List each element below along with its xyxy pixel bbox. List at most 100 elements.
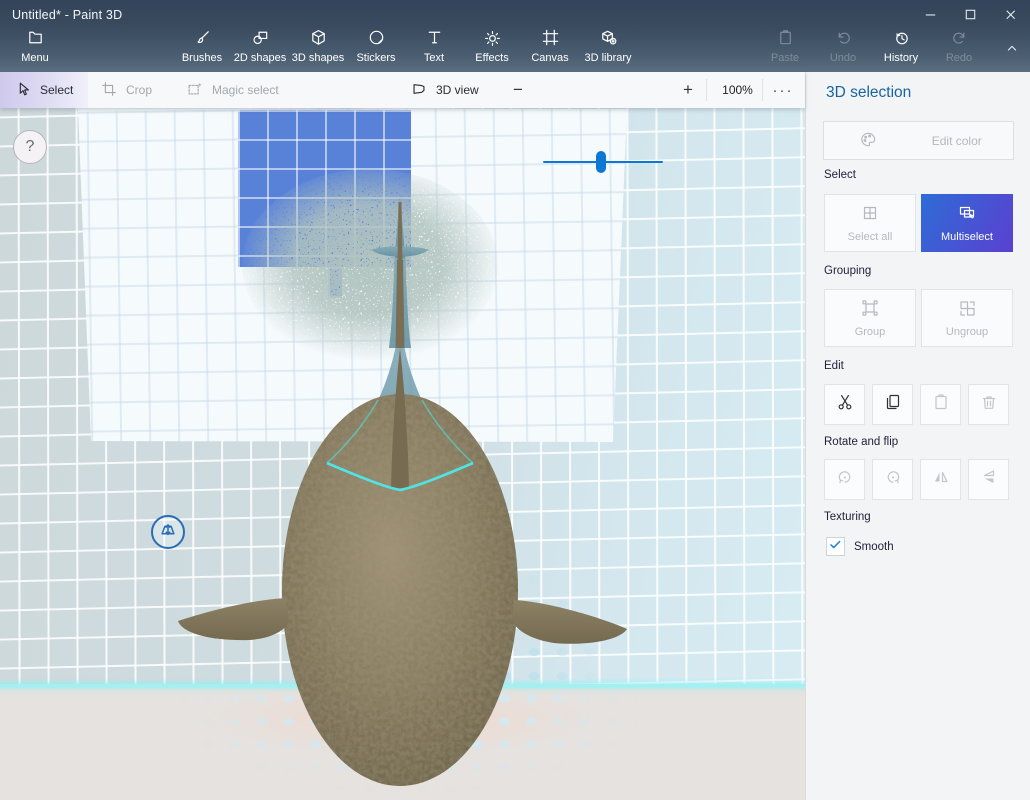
section-label-select: Select (824, 169, 856, 181)
rotate-ccw-icon (835, 467, 855, 492)
smooth-label: Smooth (854, 541, 894, 553)
help-button[interactable]: ? (13, 130, 47, 164)
redo-tool[interactable]: Redo (930, 28, 988, 70)
canvas-tool[interactable]: Canvas (521, 28, 579, 70)
maximize-button[interactable] (950, 0, 990, 28)
ungroup-button[interactable]: Ungroup (921, 289, 1013, 347)
more-options-button[interactable]: ··· (766, 72, 800, 108)
ribbon-bar: Select Crop Magic select 3D view − + 100… (0, 72, 805, 108)
perspective-icon (157, 519, 179, 546)
rotate-right-button[interactable] (872, 459, 913, 500)
zoom-out-button[interactable]: − (506, 72, 530, 108)
canvas-viewport[interactable]: ? (0, 108, 805, 800)
paste-tool[interactable]: Paste (756, 28, 814, 70)
group-button[interactable]: Group (824, 289, 916, 347)
copy-button[interactable] (872, 384, 913, 425)
3d-view-icon (410, 80, 428, 101)
text-icon (425, 28, 444, 50)
grouping-button-row: Group Ungroup (824, 289, 1014, 347)
select-button-row: Select all Multiselect (824, 194, 1014, 252)
trash-icon (979, 392, 999, 417)
minimize-button[interactable] (910, 0, 950, 28)
history-toolbar: Paste Undo History Redo (756, 28, 988, 70)
undo-icon (834, 28, 853, 50)
2d-shapes-icon (251, 28, 270, 50)
cube-icon (309, 28, 328, 50)
shark-left-fin (178, 598, 289, 640)
window-controls (910, 0, 1030, 28)
checkmark-icon (828, 537, 843, 557)
ungroup-icon (957, 298, 977, 321)
cube-library-icon (599, 28, 618, 50)
smooth-checkbox[interactable] (826, 537, 845, 556)
rotate-button-row (824, 459, 1016, 500)
flip-vertical-icon (979, 467, 999, 492)
group-icon (860, 298, 880, 321)
3d-shapes-tool[interactable]: 3D shapes (289, 28, 347, 70)
chevron-up-icon (1004, 40, 1020, 61)
cursor-icon (14, 80, 32, 101)
effects-tool[interactable]: Effects (463, 28, 521, 70)
title-bar: Untitled* - Paint 3D Menu Brushes (0, 0, 1030, 72)
zoom-slider-thumb[interactable] (596, 151, 606, 173)
edit-button-row (824, 384, 1016, 425)
multiselect-button[interactable]: Multiselect (921, 194, 1013, 252)
cut-button[interactable] (824, 384, 865, 425)
select-all-button[interactable]: Select all (824, 194, 916, 252)
section-label-texturing: Texturing (824, 511, 871, 523)
canvas-frame-icon (541, 28, 560, 50)
section-label-edit: Edit (824, 360, 844, 372)
history-tool[interactable]: History (872, 28, 930, 70)
magic-select-button[interactable]: Magic select (186, 72, 279, 108)
clipboard-icon (931, 392, 951, 417)
stickers-tool[interactable]: Stickers (347, 28, 405, 70)
undo-tool[interactable]: Undo (814, 28, 872, 70)
3d-library-tool[interactable]: 3D library (579, 28, 637, 70)
redo-icon (950, 28, 969, 50)
separator (762, 79, 763, 101)
main-toolbar: Brushes 2D shapes 3D shapes Stickers (173, 28, 637, 70)
close-button[interactable] (990, 0, 1030, 28)
delete-button[interactable] (968, 384, 1009, 425)
window-title: Untitled* - Paint 3D (12, 8, 122, 22)
paste-button[interactable] (920, 384, 961, 425)
sun-icon (483, 28, 502, 50)
palette-icon (824, 130, 901, 152)
menu-button[interactable]: Menu (6, 28, 64, 70)
edit-color-button[interactable]: Edit color (823, 121, 1014, 160)
shark-model[interactable] (150, 188, 650, 800)
section-label-grouping: Grouping (824, 265, 871, 277)
sticker-icon (367, 28, 386, 50)
select-all-icon (860, 203, 880, 226)
select-tool-button[interactable]: Select (0, 72, 88, 108)
2d-shapes-tool[interactable]: 2D shapes (231, 28, 289, 70)
flip-horizontal-icon (931, 467, 951, 492)
zoom-slider-track[interactable] (543, 161, 663, 163)
3d-selection-panel: 3D selection Edit color Select Select al… (805, 72, 1030, 800)
paste-icon (776, 28, 795, 50)
3d-perspective-button[interactable] (151, 515, 185, 549)
menu-icon (26, 28, 45, 50)
zoom-in-button[interactable]: + (676, 72, 700, 108)
brushes-tool[interactable]: Brushes (173, 28, 231, 70)
scissors-icon (835, 392, 855, 417)
rotate-cw-icon (883, 467, 903, 492)
paint3d-window: Untitled* - Paint 3D Menu Brushes (0, 0, 1030, 800)
shark-right-fin (512, 600, 627, 644)
3d-view-button[interactable]: 3D view (410, 72, 479, 108)
crop-tool-button[interactable]: Crop (100, 72, 152, 108)
brush-icon (193, 28, 212, 50)
copy-icon (883, 392, 903, 417)
multiselect-icon (957, 203, 977, 226)
flip-horizontal-button[interactable] (920, 459, 961, 500)
collapse-toolbar-button[interactable] (998, 36, 1026, 64)
section-label-rotate: Rotate and flip (824, 436, 898, 448)
flip-vertical-button[interactable] (968, 459, 1009, 500)
rotate-left-button[interactable] (824, 459, 865, 500)
panel-title: 3D selection (826, 84, 911, 102)
text-tool[interactable]: Text (405, 28, 463, 70)
magic-select-icon (186, 80, 204, 101)
zoom-percent[interactable]: 100% (715, 72, 760, 108)
history-clock-icon (892, 28, 911, 50)
separator (706, 79, 707, 101)
